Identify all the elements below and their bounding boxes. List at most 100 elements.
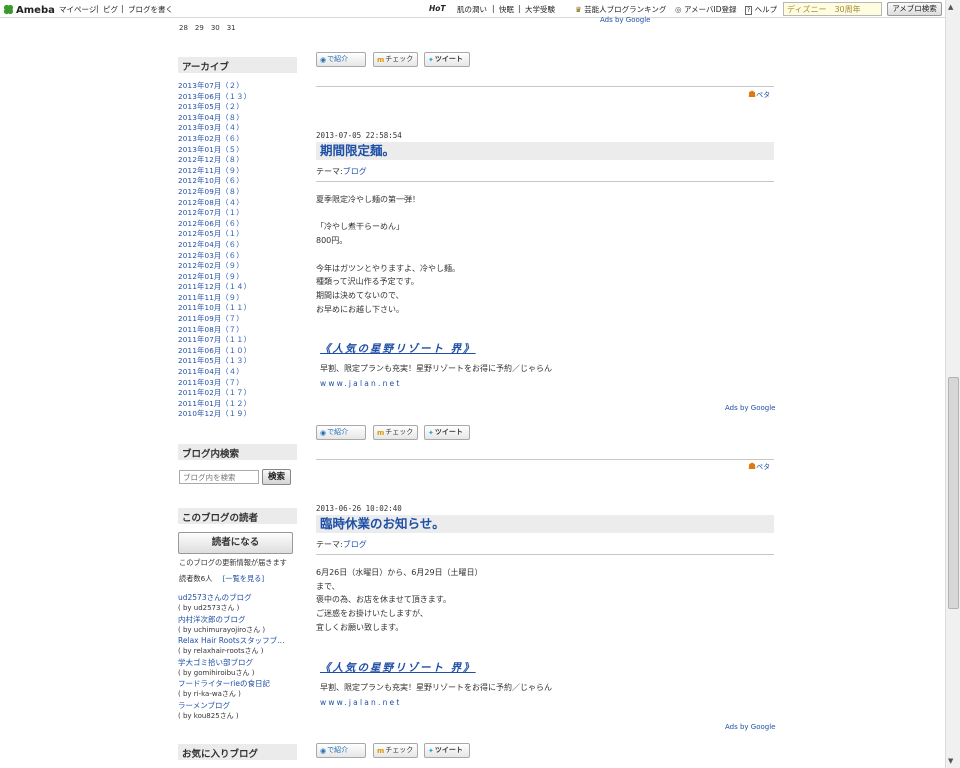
share-intro-label: で紹介 xyxy=(327,746,349,754)
help-link[interactable]: ? ヘルプ xyxy=(745,4,777,15)
divider xyxy=(316,554,774,555)
archive-month-link[interactable]: 2013年01月（５） xyxy=(178,145,251,156)
separator: | xyxy=(121,4,124,13)
mixi-check-icon: m xyxy=(377,56,385,64)
reader-item: ラーメンブログ( by kou825さん ) xyxy=(178,701,285,723)
ameblo-search-input[interactable]: ディズニー 30周年 xyxy=(783,2,882,16)
archive-month-link[interactable]: 2013年07月（２） xyxy=(178,81,251,92)
scrollbar-thumb[interactable] xyxy=(948,377,959,609)
share-tweet-label: ツイート xyxy=(434,428,463,436)
share-check-button[interactable]: mチェック xyxy=(373,425,418,440)
peta-link[interactable]: ☗ペタ xyxy=(748,90,770,100)
blog-search-input[interactable] xyxy=(179,470,259,484)
archive-month-link[interactable]: 2011年09月（７） xyxy=(178,314,251,325)
reader-item: 内村洋次郎のブログ( by uchimurayojiroさん ) xyxy=(178,615,285,637)
share-tweet-button[interactable]: ✦ツイート xyxy=(424,425,470,440)
ads-by-google-link[interactable]: Ads by Google xyxy=(725,404,775,412)
reader-blog-link[interactable]: Relax Hair Rootsスタッフブ… xyxy=(178,636,285,646)
ameba-header-bar: Ameba マイページ | ピグ | ブログを書く HoT 肌の潤い | 快眠 … xyxy=(0,0,945,18)
reader-list-link[interactable]: [一覧を見る] xyxy=(223,574,265,583)
reader-blog-link[interactable]: フードライターrieの食日記 xyxy=(178,679,285,689)
archive-month-link[interactable]: 2011年08月（７） xyxy=(178,325,251,336)
ad-title-link[interactable]: 《人気の星野リゾート 界》 xyxy=(320,660,476,675)
post-theme: テーマ:ブログ xyxy=(316,539,367,550)
reader-blog-link[interactable]: ud2573さんのブログ xyxy=(178,593,285,603)
share-intro-button[interactable]: ◉で紹介 xyxy=(316,425,366,440)
archive-month-link[interactable]: 2011年06月（１０） xyxy=(178,346,251,357)
post-title-link[interactable]: 期間限定麺。 xyxy=(316,142,774,160)
ads-by-google-link[interactable]: Ads by Google xyxy=(600,16,650,24)
share-tweet-button[interactable]: ✦ツイート xyxy=(424,52,470,67)
mypage-link[interactable]: マイページ xyxy=(59,4,96,15)
share-check-label: チェック xyxy=(385,428,414,436)
archive-month-link[interactable]: 2012年09月（８） xyxy=(178,187,251,198)
archive-month-link[interactable]: 2012年03月（６） xyxy=(178,251,251,262)
archive-month-link[interactable]: 2011年07月（１１） xyxy=(178,335,251,346)
separator: | xyxy=(492,4,495,13)
archive-month-link[interactable]: 2011年12月（１４） xyxy=(178,282,251,293)
share-intro-button[interactable]: ◉で紹介 xyxy=(316,52,366,67)
write-blog-link[interactable]: ブログを書く xyxy=(128,4,173,15)
theme-link[interactable]: ブログ xyxy=(343,540,367,549)
archive-month-link[interactable]: 2011年01月（１２） xyxy=(178,399,251,410)
share-check-button[interactable]: mチェック xyxy=(373,743,418,758)
archive-month-link[interactable]: 2012年07月（１） xyxy=(178,208,251,219)
pigg-link[interactable]: ピグ xyxy=(103,4,118,15)
favorites-heading: お気に入りブログ xyxy=(178,744,297,760)
archive-month-link[interactable]: 2012年02月（９） xyxy=(178,261,251,272)
ads-by-google-link[interactable]: Ads by Google xyxy=(725,723,775,731)
archive-month-link[interactable]: 2011年02月（１７） xyxy=(178,388,251,399)
archive-month-link[interactable]: 2011年10月（１１） xyxy=(178,303,251,314)
readers-list: ud2573さんのブログ( by ud2573さん ) 内村洋次郎のブログ( by… xyxy=(178,593,285,722)
share-check-label: チェック xyxy=(385,55,414,63)
archive-month-link[interactable]: 2012年10月（６） xyxy=(178,176,251,187)
footprint-icon: ☗ xyxy=(748,462,757,472)
theme-label: テーマ: xyxy=(316,540,343,549)
archive-month-link[interactable]: 2012年04月（６） xyxy=(178,240,251,251)
archive-month-link[interactable]: 2011年04月（４） xyxy=(178,367,251,378)
archive-month-link[interactable]: 2013年06月（１３） xyxy=(178,92,251,103)
blog-search-button[interactable]: 検索 xyxy=(262,469,291,485)
ranking-link[interactable]: ♛ 芸能人ブログランキング xyxy=(575,4,666,15)
hot-topic-link[interactable]: 肌の潤い xyxy=(457,4,487,15)
theme-link[interactable]: ブログ xyxy=(343,167,367,176)
archive-month-link[interactable]: 2012年01月（９） xyxy=(178,272,251,283)
share-check-button[interactable]: mチェック xyxy=(373,52,418,67)
peta-link[interactable]: ☗ペタ xyxy=(748,462,770,472)
become-reader-button[interactable]: 読者になる xyxy=(178,532,293,554)
archive-month-link[interactable]: 2012年08月（４） xyxy=(178,198,251,209)
ameblo-search-button[interactable]: アメブロ検索 xyxy=(887,2,942,16)
ad-url-link[interactable]: www.jalan.net xyxy=(320,379,402,388)
archive-month-link[interactable]: 2013年04月（８） xyxy=(178,113,251,124)
share-intro-button[interactable]: ◉で紹介 xyxy=(316,743,366,758)
reader-blog-link[interactable]: 内村洋次郎のブログ xyxy=(178,615,285,625)
archive-month-link[interactable]: 2012年11月（９） xyxy=(178,166,251,177)
archive-month-link[interactable]: 2011年03月（７） xyxy=(178,378,251,389)
post-title-link[interactable]: 臨時休業のお知らせ。 xyxy=(316,515,774,533)
vertical-scrollbar[interactable]: ▲ ▼ xyxy=(945,0,960,768)
scroll-up-arrow-icon[interactable]: ▲ xyxy=(948,3,953,11)
ameba-logo[interactable]: Ameba xyxy=(3,4,55,16)
archive-month-link[interactable]: 2012年06月（６） xyxy=(178,219,251,230)
hot-badge: HoT xyxy=(429,4,446,13)
archive-month-link[interactable]: 2011年11月（９） xyxy=(178,293,251,304)
register-link[interactable]: ◎ アメーバID登録 xyxy=(675,4,736,15)
blog-search-heading: ブログ内検索 xyxy=(178,444,297,460)
archive-month-link[interactable]: 2011年05月（１３） xyxy=(178,356,251,367)
divider xyxy=(316,459,774,460)
archive-month-link[interactable]: 2010年12月（１９） xyxy=(178,409,251,420)
hot-topic-link[interactable]: 快眠 xyxy=(499,4,514,15)
archive-month-link[interactable]: 2013年03月（４） xyxy=(178,123,251,134)
archive-month-link[interactable]: 2013年05月（２） xyxy=(178,102,251,113)
archive-month-link[interactable]: 2013年02月（６） xyxy=(178,134,251,145)
ad-url-link[interactable]: www.jalan.net xyxy=(320,698,402,707)
hot-topic-link[interactable]: 大学受験 xyxy=(525,4,555,15)
archive-month-link[interactable]: 2012年12月（８） xyxy=(178,155,251,166)
scroll-down-arrow-icon[interactable]: ▼ xyxy=(948,757,953,765)
archive-month-link[interactable]: 2012年05月（１） xyxy=(178,229,251,240)
post-date: 2013-06-26 10:02:40 xyxy=(316,504,402,513)
reader-blog-link[interactable]: 学大ゴミ拾い部ブログ xyxy=(178,658,285,668)
ad-title-link[interactable]: 《人気の星野リゾート 界》 xyxy=(320,341,476,356)
reader-blog-link[interactable]: ラーメンブログ xyxy=(178,701,285,711)
share-tweet-button[interactable]: ✦ツイート xyxy=(424,743,470,758)
